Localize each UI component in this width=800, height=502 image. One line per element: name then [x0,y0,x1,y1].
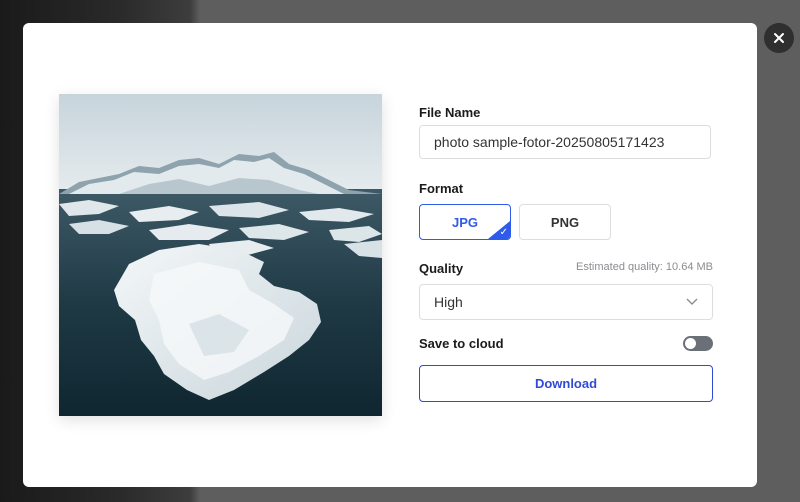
photo-preview-image [59,94,382,416]
close-icon [774,33,784,43]
format-png-label: PNG [550,214,580,230]
quality-label: Quality [419,261,464,276]
download-button[interactable]: Download [419,365,713,402]
estimated-size-text: Estimated quality: 10.64 MB [576,261,713,273]
chevron-down-icon [686,298,698,306]
close-button[interactable] [764,23,794,53]
format-png-button[interactable]: PNG [519,204,611,240]
format-jpg-label: JPG [451,214,478,230]
format-jpg-button[interactable]: JPG ✓ [419,204,511,240]
file-name-input[interactable]: photo sample-fotor-20250805171423 [419,125,711,159]
quality-select-value: High [434,294,463,310]
photo-preview [59,94,382,416]
toggle-knob [685,338,696,349]
file-name-label: File Name [419,105,481,120]
quality-select[interactable]: High [419,284,713,320]
check-icon: ✓ [499,227,508,238]
save-to-cloud-label: Save to cloud [419,336,504,351]
save-to-cloud-toggle[interactable] [683,336,713,351]
format-label: Format [419,181,464,196]
